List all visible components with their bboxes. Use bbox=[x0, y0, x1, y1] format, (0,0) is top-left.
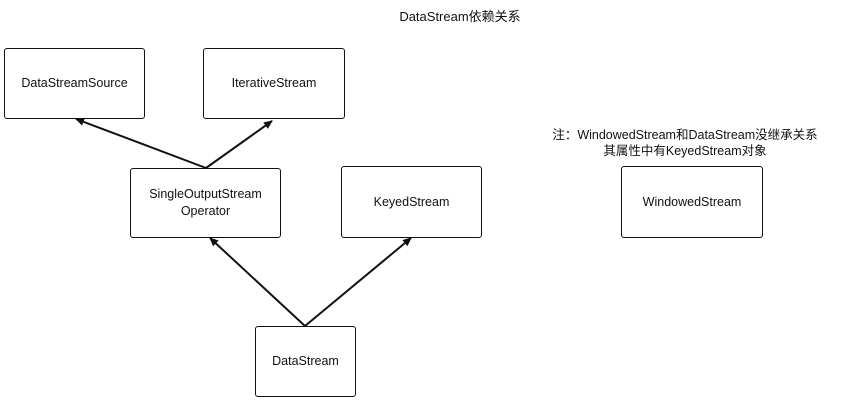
datastream-source-label: DataStreamSource bbox=[21, 76, 128, 90]
iterative-stream-node: IterativeStream bbox=[203, 48, 345, 119]
keyed-stream-node: KeyedStream bbox=[341, 166, 482, 238]
edge-single-output-to-iterative-stream bbox=[205, 120, 273, 169]
single-output-stream-operator-label-line-2: Operator bbox=[180, 204, 231, 218]
edge-datastream-to-single-output bbox=[209, 237, 306, 327]
datastream-node: DataStream bbox=[255, 326, 356, 397]
edge-datastream-to-keyed-stream bbox=[304, 237, 412, 327]
single-output-stream-operator-node: SingleOutputStream Operator bbox=[130, 168, 281, 238]
datastream-label: DataStream bbox=[272, 354, 339, 368]
windowed-stream-label: WindowedStream bbox=[642, 194, 742, 209]
edge-single-output-to-datastream-source bbox=[75, 118, 207, 169]
single-output-stream-operator-label-line-1: SingleOutputStream bbox=[149, 187, 262, 201]
iterative-stream-label: IterativeStream bbox=[231, 76, 317, 90]
windowed-stream-node: WindowedStream bbox=[621, 166, 763, 238]
keyed-stream-label: KeyedStream bbox=[373, 194, 450, 209]
datastream-source-node: DataStreamSource bbox=[4, 48, 145, 119]
